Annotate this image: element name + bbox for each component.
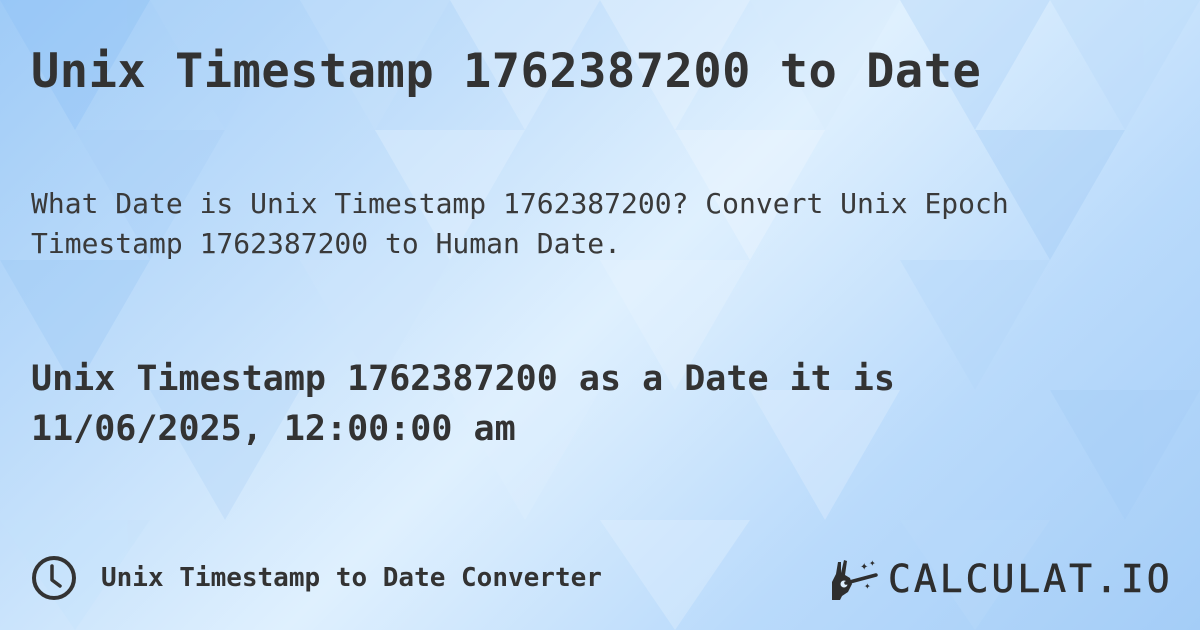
converter-link[interactable]: Unix Timestamp to Date Converter — [31, 555, 602, 601]
calculat-io-logo[interactable]: ✦ ✦ ✦ CALCULAT.IO — [828, 556, 1173, 602]
description-line-2: Timestamp 1762387200 to Human Date. — [31, 227, 622, 260]
svg-text:✦: ✦ — [869, 559, 876, 568]
svg-text:✦: ✦ — [864, 582, 871, 591]
magic-hand-icon: ✦ ✦ ✦ — [832, 559, 878, 600]
description-line-1: What Date is Unix Timestamp 1762387200? … — [31, 187, 1009, 220]
conversion-result: Unix Timestamp 1762387200 as a Date it i… — [31, 354, 895, 454]
result-date: 11/06/2025, 12:00:00 am — [31, 409, 516, 449]
converter-label: Unix Timestamp to Date Converter — [101, 563, 602, 593]
svg-text:✦: ✦ — [860, 562, 868, 573]
logo-text: CALCULAT.IO — [888, 557, 1173, 602]
page-description: What Date is Unix Timestamp 1762387200? … — [31, 184, 1171, 264]
clock-icon — [32, 556, 76, 600]
page-title: Unix Timestamp 1762387200 to Date — [31, 44, 982, 99]
result-line-1: Unix Timestamp 1762387200 as a Date it i… — [31, 359, 895, 399]
